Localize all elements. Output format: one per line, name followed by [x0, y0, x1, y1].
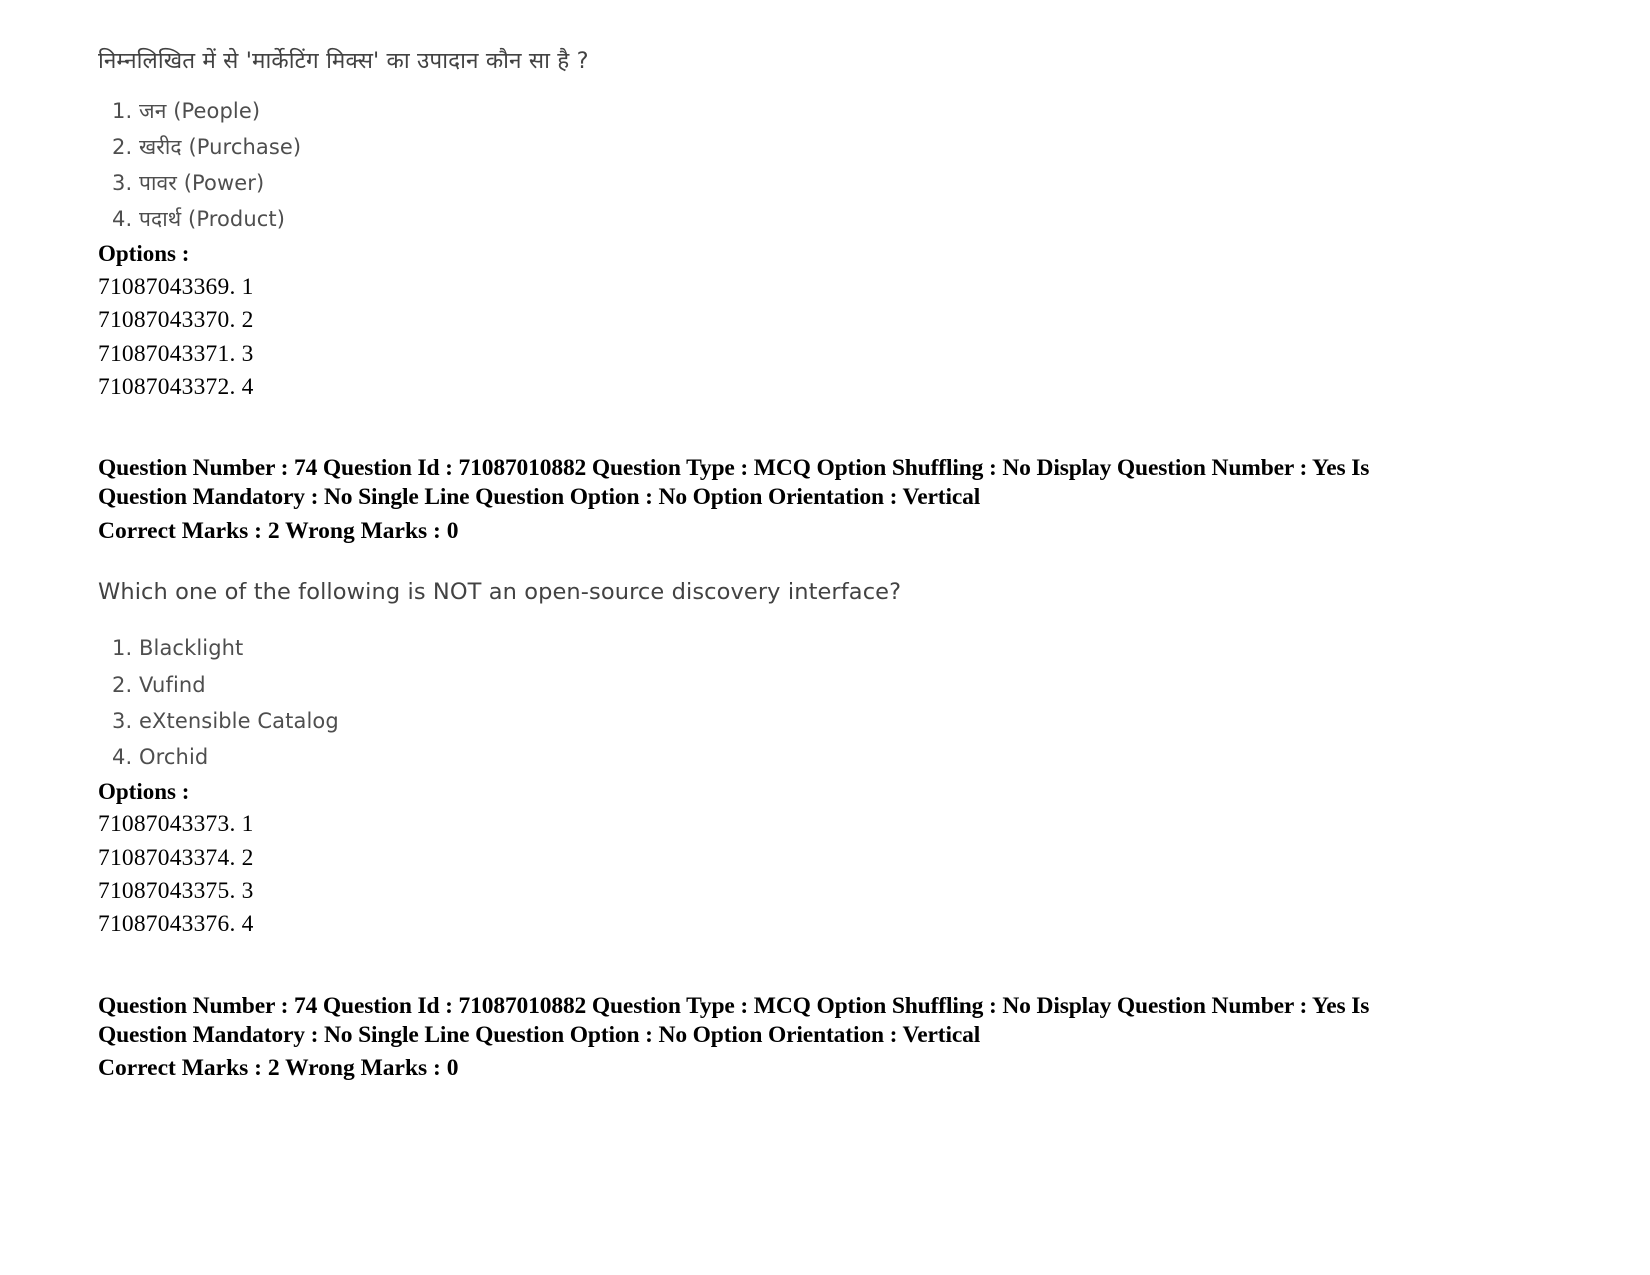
meta-marks-line: Correct Marks : 2 Wrong Marks : 0: [98, 518, 459, 544]
choice-list-english: 1. Blacklight 2. Vufind 3. eXtensible Ca…: [98, 630, 1428, 774]
choice-item: 3. पावर (Power): [112, 171, 265, 196]
question-stem-english: Which one of the following is NOT an ope…: [98, 579, 902, 606]
meta-line-2: Question Mandatory : No Single Line Ques…: [98, 1021, 981, 1048]
question-block-english: Which one of the following is NOT an ope…: [98, 579, 1428, 941]
options-label-english: Options :: [98, 778, 190, 804]
option-id-row: 71087043374. 2: [98, 844, 254, 871]
choice-item: 1. Blacklight: [112, 636, 244, 661]
choice-item: 2. खरीद (Purchase): [112, 135, 302, 160]
options-label-hindi: Options :: [98, 241, 190, 267]
question-meta-block-bottom: Question Number : 74 Question Id : 71087…: [98, 992, 1428, 1084]
option-id-row: 71087043370. 2: [98, 307, 254, 334]
option-id-row: 71087043371. 3: [98, 340, 254, 367]
page-content: निम्नलिखित में से 'मार्केटिंग मिक्स' का …: [98, 48, 1428, 1107]
option-id-row: 71087043373. 1: [98, 811, 254, 838]
meta-line-1: Question Number : 74 Question Id : 71087…: [98, 992, 1370, 1019]
question-stem-hindi: निम्नलिखित में से 'मार्केटिंग मिक्स' का …: [98, 48, 589, 74]
question-block-hindi: निम्नलिखित में से 'मार्केटिंग मिक्स' का …: [98, 48, 1428, 404]
option-id-row: 71087043372. 4: [98, 373, 254, 400]
choice-item: 3. eXtensible Catalog: [112, 708, 339, 733]
meta-marks-line: Correct Marks : 2 Wrong Marks : 0: [98, 1055, 459, 1082]
choice-item: 1. जन (People): [112, 99, 261, 123]
choice-item: 4. पदार्थ (Product): [112, 207, 286, 232]
option-id-row: 71087043369. 1: [98, 273, 254, 300]
choice-item: 2. Vufind: [112, 672, 206, 697]
option-id-list-hindi: 71087043369. 1 71087043370. 2 7108704337…: [98, 271, 1428, 404]
choice-item: 4. Orchid: [112, 744, 209, 769]
document-page: निम्नलिखित में से 'मार्केटिंग मिक्स' का …: [0, 0, 1650, 1275]
meta-line-1: Question Number : 74 Question Id : 71087…: [98, 455, 1370, 482]
choice-list-hindi: 1. जन (People) 2. खरीद (Purchase) 3. पाव…: [98, 93, 1428, 237]
option-id-row: 71087043375. 3: [98, 877, 254, 904]
option-id-row: 71087043376. 4: [98, 911, 254, 938]
meta-line-2: Question Mandatory : No Single Line Ques…: [98, 484, 981, 511]
option-id-list-english: 71087043373. 1 71087043374. 2 7108704337…: [98, 808, 1428, 941]
question-meta-block-top: Question Number : 74 Question Id : 71087…: [98, 454, 1428, 546]
